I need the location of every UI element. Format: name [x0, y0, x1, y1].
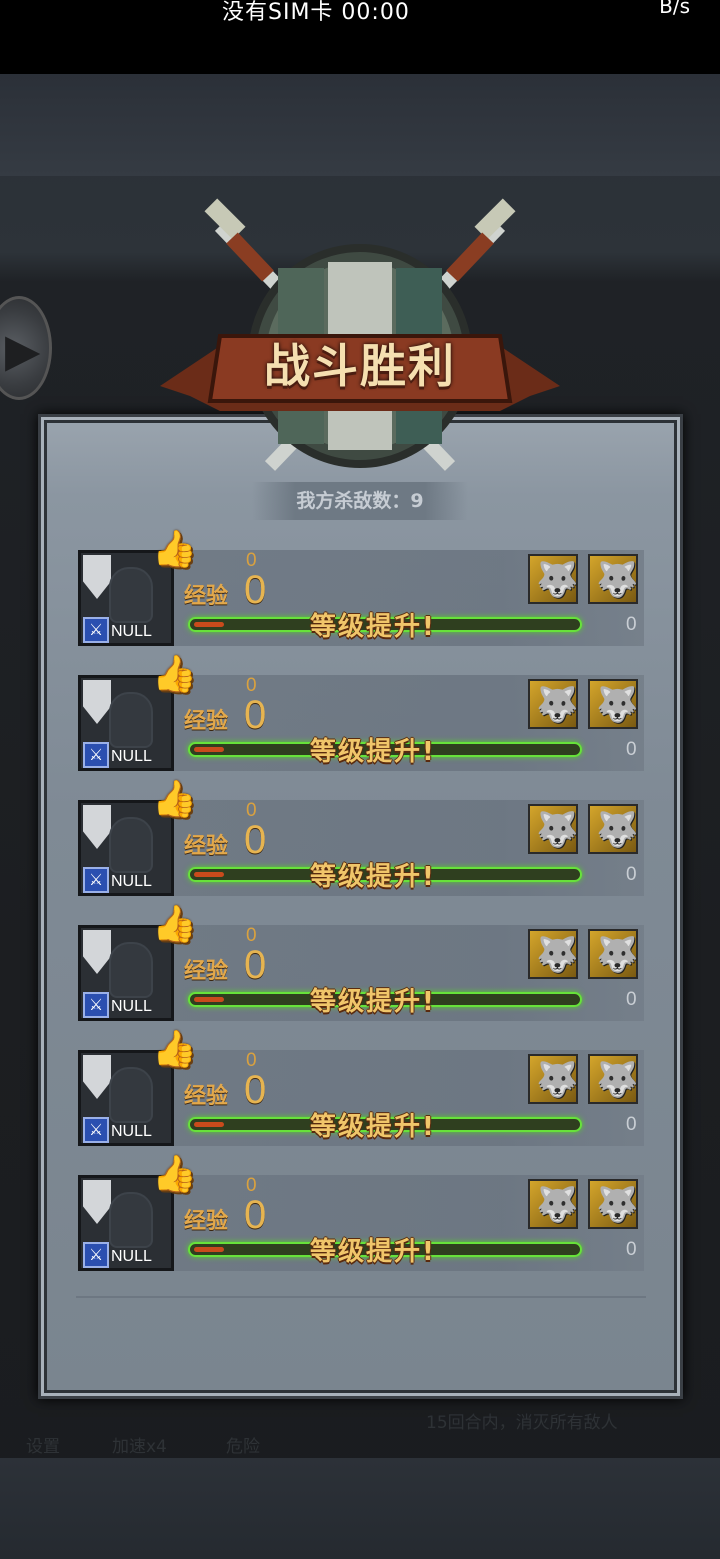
skill-slot-1[interactable]: 🐺: [528, 679, 578, 729]
exp-label: 经验: [184, 709, 229, 734]
exp-bar-fill: [194, 747, 224, 752]
wolf-skill-icon: 🐺: [596, 1060, 639, 1100]
skill-slot-2[interactable]: 🐺: [588, 679, 638, 729]
exp-label: 经验: [184, 1084, 229, 1109]
class-label: NULL: [111, 1123, 152, 1140]
class-label: NULL: [111, 873, 152, 890]
helmet-icon: [109, 567, 153, 623]
top-band: [0, 74, 720, 176]
wolf-skill-icon: 🐺: [536, 560, 579, 600]
exp-remaining: 0: [626, 614, 637, 635]
exp-bar-fill: [194, 872, 224, 877]
hud-speed[interactable]: 加速x4: [112, 1432, 167, 1457]
status-bar: 没有SIM卡 00:00 B/s: [0, 0, 720, 74]
wolf-skill-icon: 🐺: [596, 560, 639, 600]
exp-value: 0: [244, 1193, 267, 1237]
skill-slot-1[interactable]: 🐺: [528, 929, 578, 979]
shield-icon: [83, 1055, 111, 1099]
shield-icon: [83, 555, 111, 599]
shield-icon: [83, 680, 111, 724]
sword-class-icon: ⚔: [83, 1117, 109, 1143]
kill-count: 我方杀敌数：9: [252, 482, 468, 520]
exp-value: 0: [244, 943, 267, 987]
exp-value: 0: [244, 1068, 267, 1112]
level-up-text: 等级提升!: [310, 987, 436, 1017]
helmet-icon: [109, 942, 153, 998]
thumbs-up-icon: 👍: [152, 1154, 197, 1195]
sword-class-icon: ⚔: [83, 992, 109, 1018]
exp-label: 经验: [184, 959, 229, 984]
status-left-text: 没有SIM卡 00:00: [222, 0, 410, 25]
wolf-skill-icon: 🐺: [596, 810, 639, 850]
exp-remaining: 0: [626, 1114, 637, 1135]
class-label: NULL: [111, 623, 152, 640]
exp-value: 0: [244, 568, 267, 612]
thumbs-up-icon: 👍: [152, 654, 197, 695]
class-label: NULL: [111, 748, 152, 765]
thumbs-up-icon: 👍: [152, 779, 197, 820]
wolf-skill-icon: 🐺: [536, 1185, 579, 1225]
skill-slot-2[interactable]: 🐺: [588, 1179, 638, 1229]
exp-label: 经验: [184, 584, 229, 609]
skill-slot-1[interactable]: 🐺: [528, 554, 578, 604]
exp-label: 经验: [184, 834, 229, 859]
sword-class-icon: ⚔: [83, 742, 109, 768]
wolf-skill-icon: 🐺: [536, 685, 579, 725]
exp-value: 0: [244, 818, 267, 862]
status-right-text: B/s: [659, 0, 690, 18]
hud-danger[interactable]: 危险: [226, 1432, 260, 1457]
victory-title: 战斗胜利: [264, 339, 456, 393]
helmet-icon: [109, 1067, 153, 1123]
exp-label: 经验: [184, 1209, 229, 1234]
level-up-text: 等级提升!: [310, 737, 436, 767]
skill-slot-2[interactable]: 🐺: [588, 1054, 638, 1104]
helmet-icon: [109, 1192, 153, 1248]
class-label: NULL: [111, 1248, 152, 1265]
exp-bar-fill: [194, 997, 224, 1002]
exp-bar-fill: [194, 1122, 224, 1127]
wolf-skill-icon: 🐺: [536, 1060, 579, 1100]
unit-row: ⚔ NULL 👍 0 经验 0 等级提升! 0 🐺 🐺: [78, 1154, 646, 1299]
skill-slot-2[interactable]: 🐺: [588, 929, 638, 979]
wolf-skill-icon: 🐺: [596, 935, 639, 975]
exp-value: 0: [244, 693, 267, 737]
level-up-text: 等级提升!: [310, 612, 436, 642]
level-up-text: 等级提升!: [310, 862, 436, 892]
thumbs-up-icon: 👍: [152, 904, 197, 945]
exp-remaining: 0: [626, 864, 637, 885]
sword-class-icon: ⚔: [83, 867, 109, 893]
level-up-text: 等级提升!: [310, 1112, 436, 1142]
bottom-hud: 设置 加速x4 危险 15回合内，消灭所有敌人: [0, 1398, 720, 1458]
wolf-skill-icon: 🐺: [536, 935, 579, 975]
sword-class-icon: ⚔: [83, 617, 109, 643]
exp-bar-fill: [194, 1247, 224, 1252]
skill-slot-1[interactable]: 🐺: [528, 804, 578, 854]
wolf-skill-icon: 🐺: [536, 810, 579, 850]
thumbs-up-icon: 👍: [152, 1029, 197, 1070]
class-label: NULL: [111, 998, 152, 1015]
shield-icon: [83, 1180, 111, 1224]
hud-settings[interactable]: 设置: [26, 1432, 60, 1457]
exp-remaining: 0: [626, 739, 637, 760]
sword-class-icon: ⚔: [83, 1242, 109, 1268]
skill-slot-1[interactable]: 🐺: [528, 1179, 578, 1229]
skill-slot-2[interactable]: 🐺: [588, 804, 638, 854]
exp-remaining: 0: [626, 989, 637, 1010]
wolf-skill-icon: 🐺: [596, 685, 639, 725]
shield-icon: [83, 930, 111, 974]
exp-bar-fill: [194, 622, 224, 627]
level-up-text: 等级提升!: [310, 1237, 436, 1267]
helmet-icon: [109, 817, 153, 873]
exp-remaining: 0: [626, 1239, 637, 1260]
bottom-band: [0, 1458, 720, 1559]
shield-icon: [83, 805, 111, 849]
helmet-icon: [109, 692, 153, 748]
wolf-skill-icon: 🐺: [596, 1185, 639, 1225]
skill-slot-1[interactable]: 🐺: [528, 1054, 578, 1104]
thumbs-up-icon: 👍: [152, 529, 197, 570]
hud-goal: 15回合内，消灭所有敌人: [426, 1413, 618, 1433]
skill-slot-2[interactable]: 🐺: [588, 554, 638, 604]
